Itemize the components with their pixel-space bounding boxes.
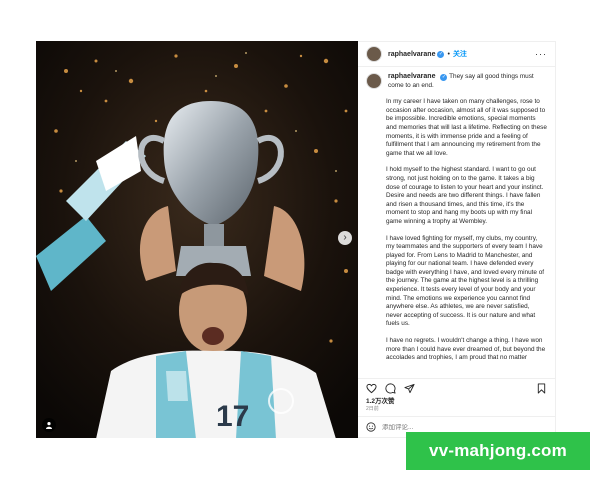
share-button[interactable] bbox=[404, 383, 415, 394]
follow-button[interactable]: 关注 bbox=[453, 49, 467, 59]
watermark-text: vv-mahjong.com bbox=[429, 441, 567, 460]
user-tag-button[interactable] bbox=[42, 418, 56, 432]
like-button[interactable] bbox=[366, 383, 377, 394]
emoji-icon[interactable] bbox=[366, 422, 376, 432]
save-button[interactable] bbox=[536, 382, 547, 394]
likes-count[interactable]: 1.2万次赞 bbox=[358, 397, 555, 406]
separator-dot: • bbox=[447, 50, 450, 58]
post-sidebar: raphaelvarane ✓ • 关注 ··· raphaelvarane ✓ … bbox=[358, 42, 555, 437]
caption-paragraph: In my career I have taken on many challe… bbox=[386, 98, 547, 157]
comment-input[interactable] bbox=[382, 423, 492, 431]
chevron-right-icon: › bbox=[343, 232, 347, 243]
caption-paragraph: I have loved fighting for myself, my clu… bbox=[386, 234, 545, 328]
caption-scroll-area[interactable]: raphaelvarane ✓ They say all good things … bbox=[358, 67, 555, 378]
verified-badge-icon: ✓ bbox=[440, 74, 448, 81]
more-options-icon[interactable]: ··· bbox=[535, 49, 547, 59]
watermark-banner: vv-mahjong.com bbox=[406, 432, 590, 470]
action-bar bbox=[358, 378, 555, 397]
comment-button[interactable] bbox=[385, 382, 396, 394]
caption-body: In my career I have taken on many challe… bbox=[366, 98, 547, 363]
person-tag-icon bbox=[46, 422, 52, 429]
post-date[interactable]: 2日前 bbox=[358, 406, 555, 416]
caption-avatar[interactable] bbox=[366, 73, 382, 89]
author-username[interactable]: raphaelvarane bbox=[388, 51, 435, 58]
send-icon bbox=[404, 383, 415, 393]
instagram-post: 17 › raphaelvarane ✓ • 关注 ··· raphaelvar… bbox=[36, 41, 556, 438]
caption-paragraph: I have no regrets. I wouldn't change a t… bbox=[386, 337, 546, 362]
caption-username[interactable]: raphaelvarane bbox=[388, 73, 435, 80]
verified-badge-icon: ✓ bbox=[437, 50, 445, 58]
caption-first-line: raphaelvarane ✓ They say all good things … bbox=[388, 73, 547, 90]
bookmark-icon bbox=[537, 382, 546, 394]
carousel-next-button[interactable]: › bbox=[338, 231, 352, 245]
heart-icon bbox=[366, 383, 377, 393]
author-avatar[interactable] bbox=[366, 46, 382, 62]
post-header: raphaelvarane ✓ • 关注 ··· bbox=[358, 42, 555, 67]
caption-header: raphaelvarane ✓ They say all good things … bbox=[366, 73, 547, 90]
post-photo[interactable]: 17 › bbox=[36, 41, 358, 438]
jersey-number: 17 bbox=[216, 400, 249, 433]
comment-icon bbox=[385, 382, 396, 394]
caption-paragraph: I hold myself to the highest standard. I… bbox=[386, 166, 544, 225]
photo-illustration: 17 bbox=[36, 41, 358, 438]
